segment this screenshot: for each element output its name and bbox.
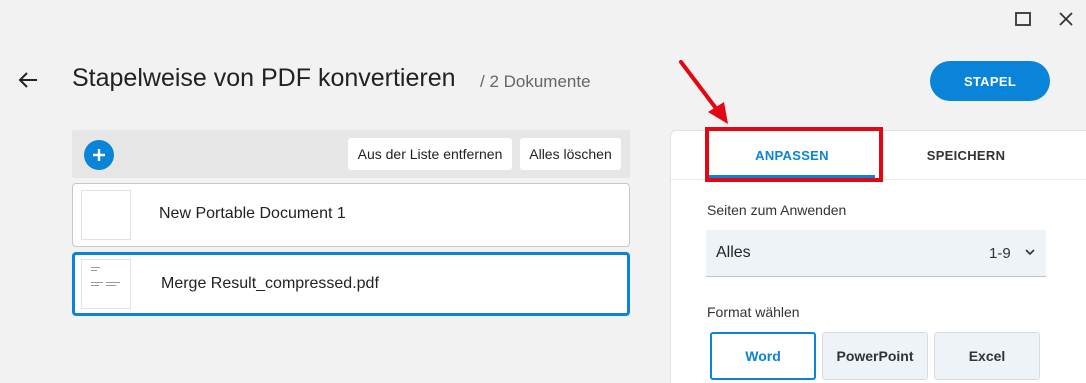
close-button[interactable] xyxy=(1053,6,1079,32)
document-thumbnail xyxy=(81,190,131,240)
format-powerpoint-button[interactable]: PowerPoint xyxy=(822,332,928,380)
plus-icon xyxy=(93,149,105,161)
document-count: / 2 Dokumente xyxy=(480,72,591,91)
list-item[interactable]: Merge Result_compressed.pdf xyxy=(72,252,630,316)
close-icon xyxy=(1059,12,1073,26)
tab-divider xyxy=(671,179,1086,180)
tab-anpassen[interactable]: ANPASSEN xyxy=(709,131,875,179)
document-toolbar: Aus der Liste entfernen Alles löschen xyxy=(72,130,630,178)
format-word-button[interactable]: Word xyxy=(710,332,816,380)
clear-all-button[interactable]: Alles löschen xyxy=(520,138,621,170)
pages-select-value: Alles xyxy=(716,244,751,261)
tab-speichern[interactable]: SPEICHERN xyxy=(883,131,1049,179)
stapel-button[interactable]: STAPEL xyxy=(930,61,1050,101)
chevron-down-icon xyxy=(1025,249,1035,256)
back-button[interactable] xyxy=(14,66,42,94)
format-label: Format wählen xyxy=(707,304,800,320)
annotation-arrow-icon xyxy=(679,60,728,124)
format-excel-button[interactable]: Excel xyxy=(934,332,1040,380)
page-title: Stapelweise von PDF konvertieren xyxy=(72,64,456,92)
arrow-left-icon xyxy=(18,72,37,88)
document-name: New Portable Document 1 xyxy=(159,205,346,222)
maximize-icon xyxy=(1015,12,1031,26)
pages-select[interactable]: Alles 1-9 xyxy=(706,230,1046,277)
pages-label: Seiten zum Anwenden xyxy=(707,202,847,218)
maximize-button[interactable] xyxy=(1010,6,1036,32)
pages-range: 1-9 xyxy=(989,245,1011,262)
add-document-button[interactable] xyxy=(84,140,114,170)
active-tab-indicator xyxy=(709,175,875,178)
list-item[interactable]: New Portable Document 1 xyxy=(72,183,630,247)
document-thumbnail xyxy=(81,259,131,309)
document-name: Merge Result_compressed.pdf xyxy=(161,275,379,292)
remove-from-list-button[interactable]: Aus der Liste entfernen xyxy=(348,138,512,170)
